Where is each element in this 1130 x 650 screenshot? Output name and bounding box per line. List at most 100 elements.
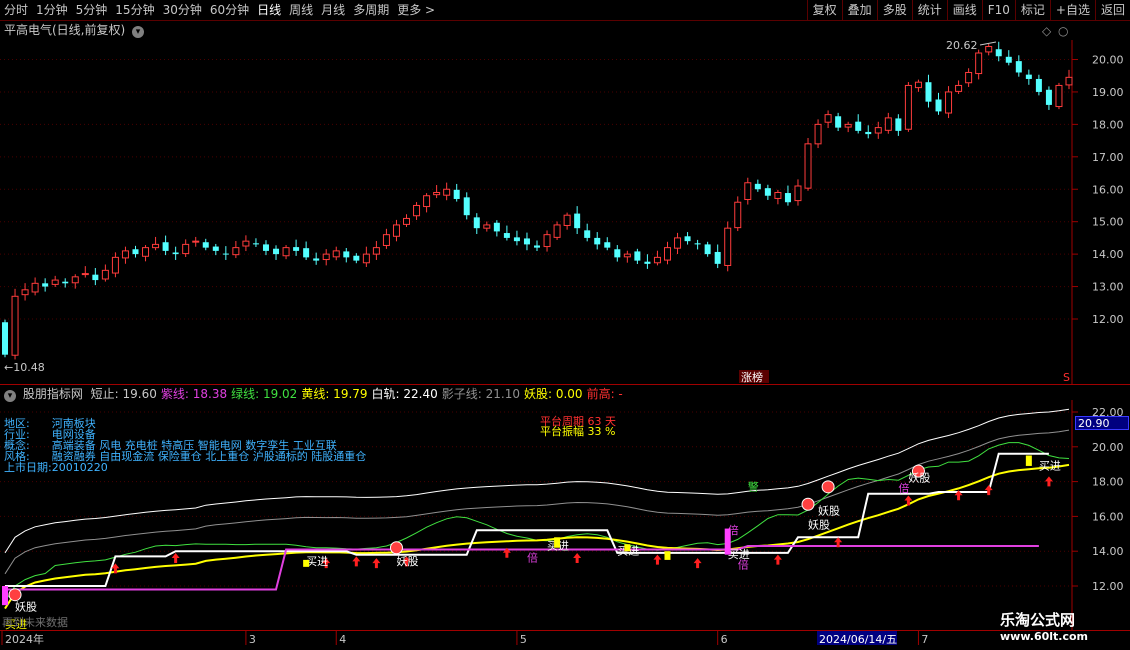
candle-body	[403, 217, 411, 225]
yao-label: 妖股	[15, 599, 37, 613]
candle-body	[152, 243, 160, 249]
chart-canvas[interactable]: 妖股买进买进妖股买进买进买进妖股妖股妖股买进倍倍倍倍警 20.0019.0018…	[0, 0, 1130, 650]
signal-bar	[724, 528, 731, 555]
candle-body	[162, 242, 169, 251]
candle-body	[914, 81, 922, 89]
chevron-down-icon[interactable]: ▾	[132, 26, 145, 38]
candle-body	[71, 276, 79, 284]
candle-body	[192, 240, 200, 243]
candle-body	[51, 279, 59, 285]
candle-body	[42, 283, 49, 287]
y-tick-label: 17.00	[1092, 151, 1124, 164]
candle-body	[904, 84, 912, 130]
candle-body	[392, 224, 400, 237]
diamond-icon: ◇	[1042, 24, 1052, 38]
candle-body	[242, 240, 250, 247]
candle-body	[684, 236, 691, 242]
candle-body	[202, 242, 209, 248]
candle-body	[623, 253, 631, 258]
panel1-title: 平高电气(日线,前复权) ▾	[4, 21, 145, 39]
candle-body	[955, 84, 963, 92]
candle-body	[172, 252, 179, 255]
candle-body	[653, 256, 661, 264]
candle-body	[232, 247, 240, 256]
candle-body	[513, 237, 520, 242]
platform-amplitude: 平台振幅 33 %	[540, 424, 615, 438]
candle-body	[794, 185, 802, 202]
candle-body	[1035, 78, 1042, 92]
stock-title: 平高电气(日线,前复权)	[4, 23, 126, 37]
candle-body	[252, 243, 259, 245]
candle-body	[463, 197, 470, 216]
y-tick-label: 12.00	[1092, 580, 1124, 593]
y-tick-label: 14.00	[1092, 248, 1124, 261]
candle-body	[21, 289, 29, 296]
up-arrow-icon	[773, 554, 782, 565]
candle-body	[303, 248, 310, 258]
info-value: 20010220	[51, 461, 108, 474]
candle-body	[473, 217, 480, 229]
candle-body	[453, 189, 460, 199]
yao-label: 妖股	[908, 471, 930, 485]
candle-body	[614, 249, 621, 258]
high-price-label: 20.62	[946, 39, 978, 52]
candle-body	[835, 116, 842, 128]
y-tick-label: 20.00	[1092, 54, 1124, 67]
candle-body	[734, 201, 742, 229]
candle-body	[483, 224, 491, 229]
indicator-field: 前高: -	[586, 387, 623, 401]
candle-body	[604, 242, 611, 248]
candle-body	[574, 213, 581, 229]
yao-ball-icon	[8, 588, 22, 602]
date-highlight: 2024/06/14/五	[819, 633, 897, 646]
candle-body	[273, 248, 280, 255]
candle-body	[1005, 56, 1012, 63]
indicator-field: 绿线: 19.02	[231, 387, 298, 401]
candle-body	[824, 114, 832, 123]
yao-label: 妖股	[396, 554, 418, 568]
candle-body	[1065, 76, 1073, 86]
candle-body	[1025, 74, 1032, 79]
candle-body	[594, 237, 601, 245]
zt-label[interactable]: 涨榜	[741, 370, 763, 384]
candle-body	[644, 261, 651, 264]
signal-bar	[2, 586, 8, 606]
up-arrow-icon	[171, 552, 180, 563]
y-tick-label: 19.00	[1092, 86, 1124, 99]
indicator-name: 股朋指标网	[22, 387, 83, 401]
date-label: 7	[921, 633, 928, 646]
y-tick-label: 15.00	[1092, 216, 1124, 229]
candle-body	[2, 322, 8, 355]
candle-body	[423, 195, 431, 208]
y-tick-label: 18.00	[1092, 118, 1124, 131]
up-arrow-icon	[653, 554, 662, 565]
candle-body	[844, 123, 852, 128]
candle-body	[814, 123, 822, 145]
date-label: 3	[249, 633, 256, 646]
up-arrow-icon	[984, 485, 993, 496]
candle-body	[62, 281, 69, 284]
yao-ball-icon	[801, 497, 815, 511]
candle-body	[212, 246, 219, 251]
y-tick-label: 13.00	[1092, 281, 1124, 294]
candle-body	[101, 269, 109, 280]
signal-bar	[624, 544, 631, 552]
candle-body	[262, 244, 269, 251]
candle-body	[111, 256, 119, 274]
candle-body	[724, 227, 732, 266]
date-axis: 2024年 3 4 5 6 7 2024/06/14/五	[1, 630, 928, 646]
info-listing-date: 上市日期:20010220	[4, 462, 108, 473]
candle-body	[884, 117, 892, 131]
candle-body	[1045, 89, 1052, 105]
y-tick-label: 16.00	[1092, 510, 1124, 523]
watermark-url: www.60lt.com	[1000, 630, 1089, 643]
signal-bar	[1025, 455, 1032, 466]
candle-body	[413, 204, 421, 217]
candle-body	[362, 253, 370, 264]
yellow-line	[4, 463, 1070, 610]
chevron-down-icon[interactable]: ▾	[4, 390, 16, 402]
up-arrow-icon	[573, 552, 582, 563]
date-label: 5	[520, 633, 527, 646]
indicator-field: 紫线: 18.38	[160, 387, 228, 401]
indicator-field: 短止: 19.60	[90, 387, 157, 401]
